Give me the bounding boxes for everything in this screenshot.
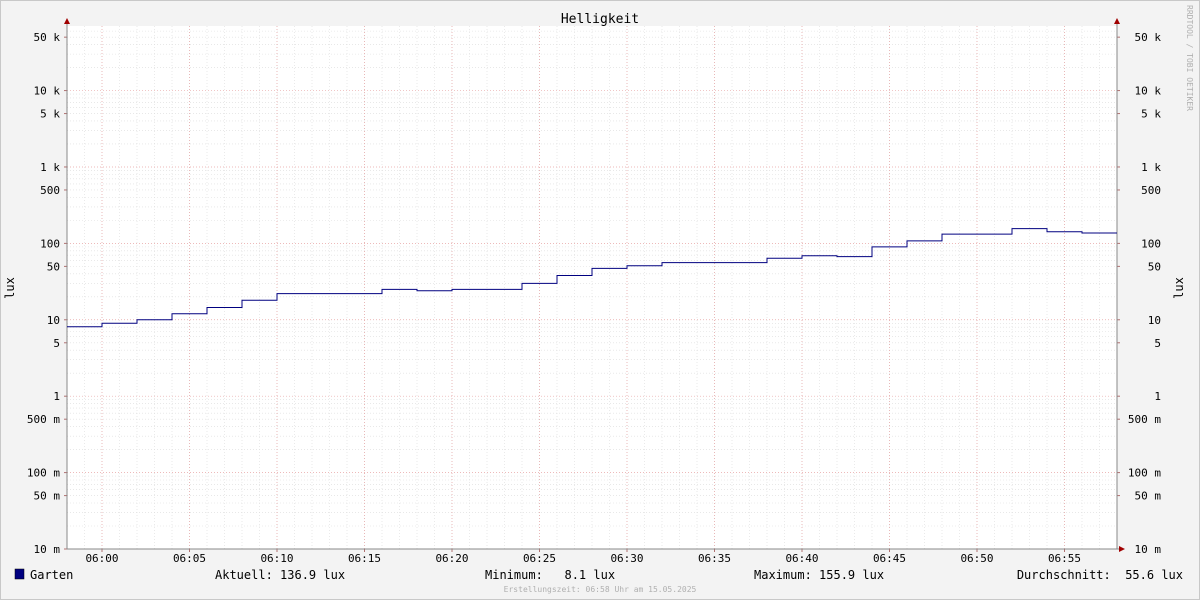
legend-maximum: Maximum: 155.9 lux — [754, 568, 884, 582]
y-tick-label-left: 100 m — [27, 467, 60, 480]
y-tick-label-right: 500 m — [1128, 413, 1161, 426]
y-tick-label-left: 10 m — [34, 543, 61, 556]
y-tick-label-left: 10 — [47, 314, 60, 327]
y-tick-label-right: 50 — [1148, 260, 1161, 273]
y-tick-label-right: 5 k — [1141, 108, 1161, 121]
watermark: RRDTOOL / TOBI OETIKER — [1185, 5, 1194, 111]
y-axis-arrow-right — [1114, 18, 1120, 24]
legend-current: Aktuell: 136.9 lux — [215, 568, 345, 582]
y-tick-label-right: 1 — [1154, 390, 1161, 403]
chart-svg: 06:00 06:05 06:10 06:15 06:20 06:25 06:30 06:35… — [3, 5, 1194, 594]
x-tick-label: 06:05 — [173, 552, 206, 565]
y-tick-label-left: 50 m — [34, 490, 61, 503]
y-tick-label-right: 100 m — [1128, 467, 1161, 480]
y-tick-label-left: 500 m — [27, 413, 60, 426]
y-tick-label-right: 50 m — [1135, 490, 1162, 503]
chart-title: Helligkeit — [561, 12, 639, 27]
legend-series-name: Garten — [30, 568, 73, 582]
y-axis-label-right: lux — [1172, 277, 1186, 299]
y-axis-label-left: lux — [3, 277, 17, 299]
x-tick-label: 06:55 — [1048, 552, 1081, 565]
y-tick-label-right: 50 k — [1135, 31, 1162, 44]
y-tick-label-left: 50 k — [34, 31, 61, 44]
footer-timestamp: Erstellungszeit: 06:58 Uhr am 15.05.2025 — [504, 585, 697, 594]
y-tick-label-left: 100 — [40, 237, 60, 250]
y-tick-label-left: 50 — [47, 260, 60, 273]
y-tick-label-right: 1 k — [1141, 161, 1161, 174]
x-axis-arrow — [1119, 546, 1125, 552]
x-tick-label: 06:15 — [348, 552, 381, 565]
x-tick-label: 06:00 — [85, 552, 118, 565]
x-tick-label: 06:50 — [960, 552, 993, 565]
y-tick-label-right: 100 — [1141, 237, 1161, 250]
y-tick-label-right: 500 — [1141, 184, 1161, 197]
x-tick-label: 06:35 — [698, 552, 731, 565]
y-tick-label-right: 5 — [1154, 337, 1161, 350]
y-tick-label-left: 1 — [53, 390, 60, 403]
y-axis-arrow-left — [64, 18, 70, 24]
x-tick-label: 06:20 — [435, 552, 468, 565]
legend-average: Durchschnitt: 55.6 lux — [1017, 568, 1183, 582]
y-tick-label-left: 5 k — [40, 108, 60, 121]
y-tick-label-left: 1 k — [40, 161, 60, 174]
legend-minimum: Minimum: 8.1 lux — [485, 568, 615, 582]
legend-swatch — [14, 568, 25, 580]
grid-layer — [66, 26, 1118, 550]
x-tick-label: 06:30 — [610, 552, 643, 565]
x-tick-label: 06:10 — [260, 552, 293, 565]
y-tick-label-right: 10 k — [1135, 85, 1162, 98]
y-tick-label-left: 500 — [40, 184, 60, 197]
x-tick-label: 06:40 — [785, 552, 818, 565]
x-tick-label: 06:45 — [873, 552, 906, 565]
y-tick-label-left: 5 — [53, 337, 60, 350]
y-tick-label-right: 10 m — [1135, 543, 1162, 556]
x-tick-label: 06:25 — [523, 552, 556, 565]
y-tick-label-left: 10 k — [34, 85, 61, 98]
y-tick-label-right: 10 — [1148, 314, 1161, 327]
